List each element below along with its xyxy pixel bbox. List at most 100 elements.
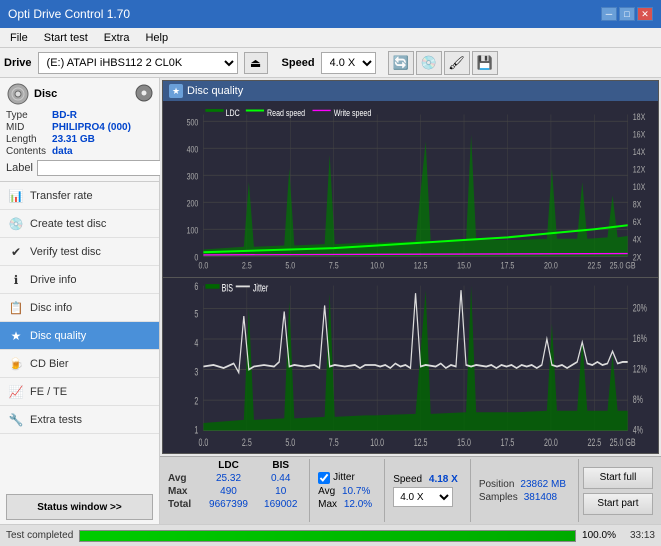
svg-text:3: 3	[194, 366, 198, 378]
sidebar-item-cd-bier[interactable]: 🍺 CD Bier	[0, 350, 159, 378]
nav-label: Disc quality	[30, 330, 86, 342]
disc-title: Disc	[34, 88, 57, 100]
toolbar-buttons: 🔄 💿 🖌 💾	[388, 51, 498, 75]
jitter-checkbox[interactable]	[318, 472, 330, 484]
contents-value: data	[52, 146, 153, 157]
nav-label: FE / TE	[30, 386, 67, 398]
maximize-button[interactable]: □	[619, 7, 635, 21]
disc-info-icon: 📋	[8, 300, 24, 316]
drive-label: Drive	[4, 57, 32, 69]
svg-text:18X: 18X	[633, 111, 646, 122]
svg-text:25.0 GB: 25.0 GB	[610, 259, 636, 270]
svg-text:BIS: BIS	[222, 282, 233, 294]
svg-text:2: 2	[194, 395, 198, 407]
sidebar-item-fe-te[interactable]: 📈 FE / TE	[0, 378, 159, 406]
status-window-button[interactable]: Status window >>	[6, 494, 153, 520]
save-button[interactable]: 💾	[472, 51, 498, 75]
speed-row: Speed 4.18 X	[393, 474, 458, 485]
speed-section: Speed 4.18 X 4.0 X	[384, 459, 466, 522]
nav-label: Transfer rate	[30, 190, 93, 202]
chart-title-bar: ★ Disc quality	[163, 81, 658, 101]
avg-ldc: 25.32	[201, 472, 256, 485]
window-controls: ─ □ ✕	[601, 7, 653, 21]
max-label: Max	[164, 485, 201, 498]
svg-text:17.5: 17.5	[501, 259, 515, 270]
svg-text:4: 4	[194, 337, 198, 349]
bis-header: BIS	[256, 459, 305, 472]
svg-text:2.5: 2.5	[242, 436, 252, 448]
menu-bar: File Start test Extra Help	[0, 28, 661, 48]
samples-label: Samples	[479, 492, 518, 503]
speed-dropdown[interactable]: 4.0 X	[393, 487, 453, 507]
svg-text:4%: 4%	[633, 424, 643, 436]
svg-text:15.0: 15.0	[457, 259, 471, 270]
svg-text:7.5: 7.5	[329, 259, 339, 270]
start-part-button[interactable]: Start part	[583, 493, 653, 515]
app-title: Opti Drive Control 1.70	[8, 7, 130, 21]
mid-value: PHILIPRO4 (000)	[52, 122, 153, 133]
title-bar: Opti Drive Control 1.70 ─ □ ✕	[0, 0, 661, 28]
svg-text:10X: 10X	[633, 181, 646, 192]
drive-select[interactable]: (E:) ATAPI iHBS112 2 CL0K	[38, 52, 238, 74]
svg-text:0.0: 0.0	[198, 436, 208, 448]
type-label: Type	[6, 110, 46, 121]
sidebar-item-transfer-rate[interactable]: 📊 Transfer rate	[0, 182, 159, 210]
stats-table: LDC BIS Avg 25.32 0.44 Max 490	[164, 459, 305, 522]
position-value: 23862 MB	[520, 479, 566, 490]
svg-text:8X: 8X	[633, 199, 642, 210]
menu-extra[interactable]: Extra	[98, 30, 136, 46]
nav-label: Drive info	[30, 274, 76, 286]
svg-text:25.0 GB: 25.0 GB	[610, 436, 636, 448]
sidebar-item-extra-tests[interactable]: 🔧 Extra tests	[0, 406, 159, 434]
stats-bar: LDC BIS Avg 25.32 0.44 Max 490	[160, 456, 661, 524]
svg-text:5: 5	[194, 308, 198, 320]
position-row: Position 23862 MB	[479, 479, 566, 490]
start-full-button[interactable]: Start full	[583, 467, 653, 489]
jitter-max-value: 12.0%	[344, 499, 372, 510]
sidebar-item-create-test-disc[interactable]: 💿 Create test disc	[0, 210, 159, 238]
jitter-avg-value: 10.7%	[342, 486, 370, 497]
svg-text:400: 400	[187, 143, 199, 154]
speed-select[interactable]: 4.0 X	[321, 52, 376, 74]
jitter-avg-row: Avg 10.7%	[318, 486, 372, 497]
close-button[interactable]: ✕	[637, 7, 653, 21]
svg-text:17.5: 17.5	[501, 436, 515, 448]
disc-button[interactable]: 💿	[416, 51, 442, 75]
sidebar-item-drive-info[interactable]: ℹ Drive info	[0, 266, 159, 294]
eject-button[interactable]: ⏏	[244, 52, 268, 74]
progress-bar-container	[79, 530, 576, 542]
max-ldc: 490	[201, 485, 256, 498]
lower-chart-svg: 1 2 3 4 5 6 4% 8% 12% 16% 20%	[163, 278, 658, 454]
max-bis: 10	[256, 485, 305, 498]
disc-panel: Disc Type BD-R MID PHILIPRO4 (000) Lengt…	[0, 78, 159, 182]
disc-small-icon	[135, 84, 153, 102]
sidebar-item-disc-info[interactable]: 📋 Disc info	[0, 294, 159, 322]
total-ldc: 9667399	[201, 498, 256, 511]
samples-row: Samples 381408	[479, 492, 566, 503]
menu-file[interactable]: File	[4, 30, 34, 46]
nav-label: Create test disc	[30, 218, 106, 230]
sidebar-item-verify-test-disc[interactable]: ✔ Verify test disc	[0, 238, 159, 266]
upper-chart: 0 100 200 300 400 500 2X 4X 6X 8X 10X 12…	[163, 101, 658, 278]
minimize-button[interactable]: ─	[601, 7, 617, 21]
svg-text:Jitter: Jitter	[253, 282, 268, 294]
upper-chart-svg: 0 100 200 300 400 500 2X 4X 6X 8X 10X 12…	[163, 101, 658, 277]
svg-text:Write speed: Write speed	[334, 107, 372, 118]
menu-start-test[interactable]: Start test	[38, 30, 94, 46]
svg-text:100: 100	[187, 224, 199, 235]
refresh-button[interactable]: 🔄	[388, 51, 414, 75]
svg-text:0.0: 0.0	[199, 259, 209, 270]
svg-text:12.5: 12.5	[414, 259, 428, 270]
label-input[interactable]	[37, 160, 175, 176]
type-value: BD-R	[52, 110, 153, 121]
svg-text:LDC: LDC	[226, 107, 240, 118]
content-area: ★ Disc quality	[160, 78, 661, 524]
menu-help[interactable]: Help	[139, 30, 174, 46]
cd-bier-icon: 🍺	[8, 356, 24, 372]
sidebar-item-disc-quality[interactable]: ★ Disc quality	[0, 322, 159, 350]
svg-text:20.0: 20.0	[544, 436, 558, 448]
svg-text:5.0: 5.0	[285, 259, 295, 270]
settings-button[interactable]: 🖌	[444, 51, 470, 75]
label-label: Label	[6, 162, 33, 174]
chart-title: Disc quality	[187, 85, 243, 97]
